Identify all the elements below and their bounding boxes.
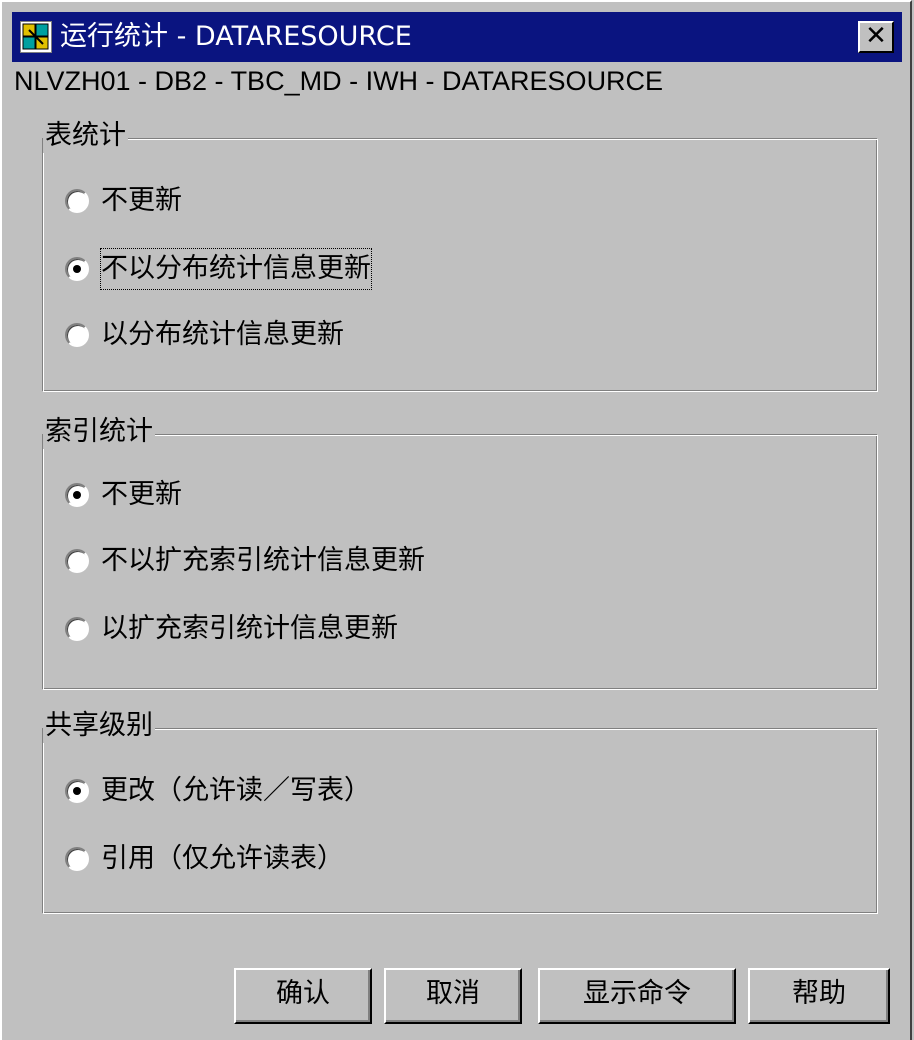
close-button[interactable]: ✕ — [858, 21, 894, 53]
radio-label: 不更新 — [101, 479, 182, 510]
radio-button[interactable] — [65, 189, 89, 213]
radio-label: 以分布统计信息更新 — [101, 319, 344, 350]
radio-label: 不以扩充索引统计信息更新 — [101, 545, 425, 576]
share-level-label: 共享级别 — [43, 709, 155, 743]
radio-selected-dot — [73, 265, 81, 273]
help-button[interactable]: 帮助 — [748, 968, 890, 1024]
radio-label: 更改（允许读／写表） — [101, 775, 371, 806]
show-command-button[interactable]: 显示命令 — [538, 968, 736, 1024]
app-icon — [20, 21, 52, 53]
title-bar[interactable]: 运行统计 - DATARESOURCE ✕ — [12, 12, 902, 62]
radio-button[interactable] — [65, 617, 89, 641]
radio-button[interactable] — [65, 847, 89, 871]
radio-label: 引用（仅允许读表） — [101, 843, 344, 874]
cancel-button[interactable]: 取消 — [384, 968, 522, 1024]
radio-label: 不以分布统计信息更新 — [100, 248, 372, 290]
radio-button[interactable] — [65, 483, 89, 507]
radio-button[interactable] — [65, 549, 89, 573]
radio-selected-dot — [73, 491, 81, 499]
window-title: 运行统计 - DATARESOURCE — [60, 21, 412, 52]
radio-button[interactable] — [65, 323, 89, 347]
radio-button[interactable] — [65, 257, 89, 281]
index-stats-group: 索引统计 不更新 不以扩充索引统计信息更新 以扩充索引统计信息更新 — [42, 415, 878, 690]
object-path: NLVZH01 - DB2 - TBC_MD - IWH - DATARESOU… — [14, 66, 664, 96]
index-stats-label: 索引统计 — [43, 415, 155, 449]
table-stats-label: 表统计 — [43, 119, 128, 153]
ok-button[interactable]: 确认 — [234, 968, 372, 1024]
radio-button[interactable] — [65, 779, 89, 803]
dialog-window: 运行统计 - DATARESOURCE ✕ NLVZH01 - DB2 - TB… — [0, 0, 912, 1040]
radio-selected-dot — [73, 787, 81, 795]
share-level-group: 共享级别 更改（允许读／写表） 引用（仅允许读表） — [42, 709, 878, 914]
radio-label: 以扩充索引统计信息更新 — [101, 613, 398, 644]
radio-label: 不更新 — [101, 185, 182, 216]
close-icon: ✕ — [865, 21, 887, 51]
table-stats-group: 表统计 不更新 不以分布统计信息更新 以分布统计信息更新 — [42, 119, 878, 392]
